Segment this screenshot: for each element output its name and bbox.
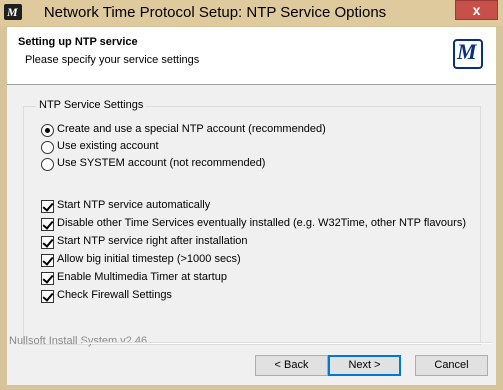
logo-icon: M (453, 39, 483, 69)
checkbox[interactable] (41, 236, 54, 249)
back-button[interactable]: < Back (255, 355, 328, 376)
checkmark-icon (42, 254, 54, 266)
window-title: Network Time Protocol Setup: NTP Service… (43, 4, 387, 21)
checkmark-icon (42, 200, 54, 212)
radio-label[interactable]: Create and use a special NTP account (re… (57, 123, 326, 135)
installer-window: M Network Time Protocol Setup: NTP Servi… (0, 0, 503, 390)
logo-glyph: M (457, 39, 477, 64)
checkbox-label[interactable]: Start NTP service automatically (57, 199, 210, 211)
header-panel: Setting up NTP service Please specify yo… (7, 27, 496, 85)
checkmark-icon (42, 236, 54, 248)
radio-selected-dot (45, 128, 50, 133)
checkbox[interactable] (41, 290, 54, 303)
checkbox[interactable] (41, 254, 54, 267)
page-title: Setting up NTP service (18, 36, 138, 48)
nsis-branding: Nullsoft Install System v2.46 (9, 335, 148, 347)
checkbox-label[interactable]: Start NTP service right after installati… (57, 235, 248, 247)
footer-divider (82, 342, 492, 344)
cancel-button[interactable]: Cancel (415, 355, 488, 376)
page-subtitle: Please specify your service settings (25, 54, 200, 66)
dialog-body: Setting up NTP service Please specify yo… (7, 27, 496, 385)
checkbox-label[interactable]: Check Firewall Settings (57, 289, 172, 301)
checkmark-icon (42, 290, 54, 302)
checkbox[interactable] (41, 272, 54, 285)
checkbox[interactable] (41, 200, 54, 213)
title-bar[interactable]: M Network Time Protocol Setup: NTP Servi… (0, 0, 503, 26)
checkbox-label[interactable]: Disable other Time Services eventually i… (57, 217, 466, 229)
checkbox[interactable] (41, 218, 54, 231)
radio-label[interactable]: Use SYSTEM account (not recommended) (57, 157, 265, 169)
close-icon: x (472, 2, 481, 18)
close-button[interactable]: x (455, 0, 498, 20)
checkmark-icon (42, 218, 54, 230)
checkmark-icon (42, 272, 54, 284)
radio-button[interactable] (41, 124, 54, 137)
radio-label[interactable]: Use existing account (57, 140, 159, 152)
next-button[interactable]: Next > (328, 355, 401, 376)
checkbox-label[interactable]: Enable Multimedia Timer at startup (57, 271, 227, 283)
checkbox-label[interactable]: Allow big initial timestep (>1000 secs) (57, 253, 241, 265)
radio-button[interactable] (41, 141, 54, 154)
group-label: NTP Service Settings (36, 99, 147, 111)
radio-button[interactable] (41, 158, 54, 171)
